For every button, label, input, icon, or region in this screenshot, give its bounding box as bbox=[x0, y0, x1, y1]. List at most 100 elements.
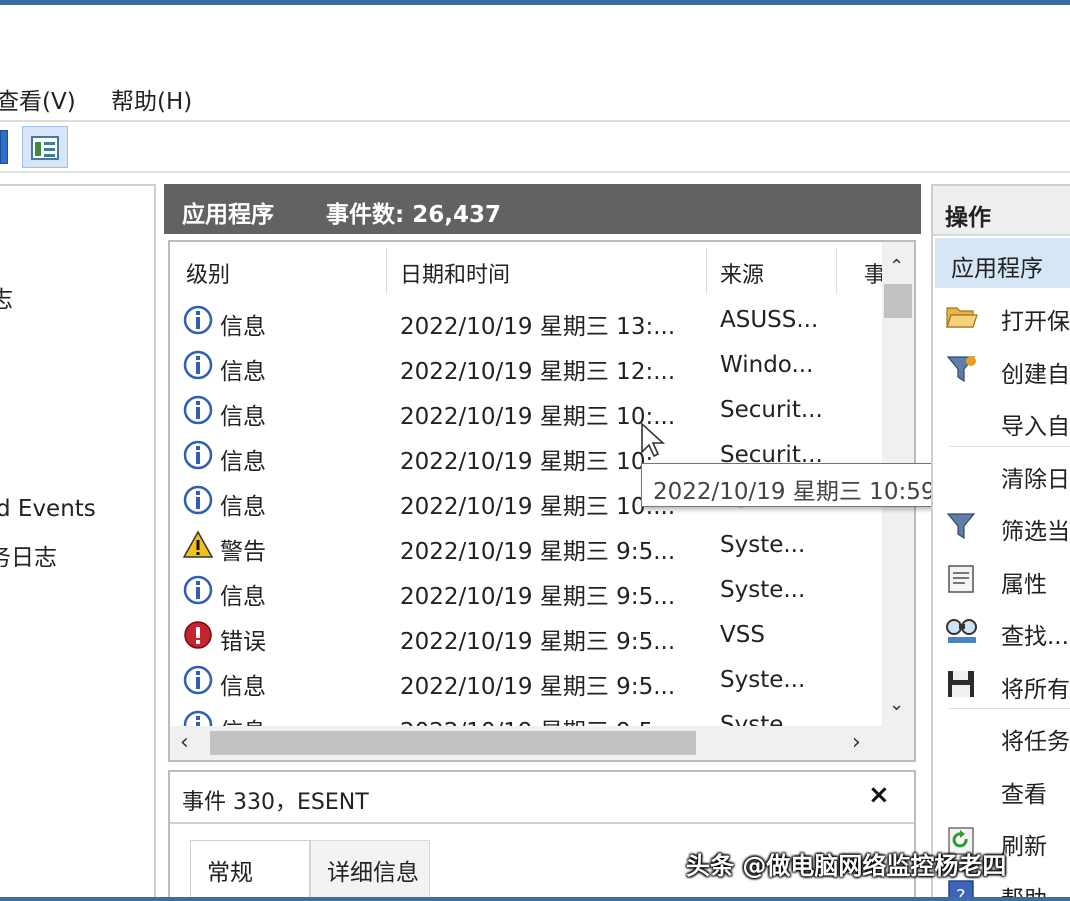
filter-create-icon bbox=[945, 353, 979, 385]
nav-item-partial-1[interactable]: 志 bbox=[0, 280, 13, 314]
cell-level: 信息 bbox=[220, 674, 266, 700]
table-row[interactable]: 错误 2022/10/19 星期三 9:5... VSS bbox=[170, 613, 882, 658]
cell-datetime: 2022/10/19 星期三 10:... bbox=[400, 494, 676, 520]
action-item-label: 打开保 bbox=[1001, 309, 1070, 335]
cell-level: 信息 bbox=[220, 404, 266, 430]
action-item-label: 清除日 bbox=[1001, 466, 1070, 493]
mouse-cursor-icon bbox=[641, 422, 666, 458]
action-item[interactable]: 属性 bbox=[933, 553, 1070, 605]
event-detail-header: 事件 330，ESENT × bbox=[170, 772, 914, 824]
action-divider bbox=[949, 445, 1070, 447]
action-item-label: 将所有 bbox=[1001, 676, 1070, 703]
find-icon bbox=[945, 615, 979, 647]
nav-item-task-log[interactable]: 务日志 bbox=[0, 538, 57, 572]
event-list-header: 级别 日期和时间 来源 事 bbox=[170, 242, 886, 298]
action-item-label: 创建自 bbox=[1001, 361, 1070, 388]
event-detail-pane: 事件 330，ESENT × 常规 详细信息 bbox=[168, 770, 916, 901]
event-detail-title: 事件 330，ESENT bbox=[182, 790, 369, 815]
action-divider bbox=[949, 708, 1070, 709]
info-icon bbox=[182, 484, 214, 516]
menu-bar: 查看(V) 帮助(H) bbox=[0, 72, 1070, 120]
info-icon bbox=[182, 439, 214, 471]
actions-header: 操作 bbox=[933, 186, 1070, 236]
table-row[interactable]: 信息 2022/10/19 星期三 9:5... Syste... bbox=[170, 658, 882, 703]
action-item-label: 查看 bbox=[1001, 781, 1047, 808]
action-item-label: 将任务 bbox=[1001, 729, 1070, 755]
watermark-text: 头条 @做电脑网络监控杨老四 bbox=[686, 852, 1007, 880]
cell-level: 信息 bbox=[220, 494, 266, 520]
action-item[interactable]: 将任务 bbox=[933, 710, 1070, 762]
column-level[interactable]: 级别 bbox=[186, 257, 230, 289]
action-item[interactable]: 查找... bbox=[933, 605, 1070, 657]
scroll-up-icon[interactable]: ⌃ bbox=[889, 256, 904, 277]
cell-level: 信息 bbox=[220, 359, 266, 385]
bottom-edge bbox=[0, 897, 1070, 901]
action-item[interactable]: 将所有 bbox=[933, 658, 1070, 710]
show-hide-action-pane-button[interactable] bbox=[22, 126, 68, 168]
properties-icon bbox=[945, 563, 979, 595]
cell-datetime: 2022/10/19 星期三 13:... bbox=[400, 314, 676, 340]
column-datetime[interactable]: 日期和时间 bbox=[400, 257, 510, 289]
menu-view[interactable]: 查看(V) bbox=[0, 82, 76, 116]
toolbar-button-partial[interactable] bbox=[0, 130, 8, 164]
cell-datetime: 2022/10/19 星期三 10:... bbox=[400, 449, 676, 475]
action-item[interactable]: 打开保 bbox=[933, 290, 1070, 342]
action-item[interactable]: 导入自 bbox=[933, 395, 1070, 447]
cell-datetime: 2022/10/19 星期三 9:5... bbox=[400, 584, 676, 610]
cell-datetime: 2022/10/19 星期三 10:... bbox=[400, 404, 676, 430]
log-title: 应用程序 bbox=[182, 202, 274, 228]
cell-datetime: 2022/10/19 星期三 12:... bbox=[400, 359, 676, 385]
cell-source: Syste... bbox=[720, 577, 806, 603]
tooltip-text: 2022/10/19 星期三 10:59:00 bbox=[653, 479, 973, 505]
actions-section-application[interactable]: 应用程序 bbox=[935, 238, 1070, 288]
action-item-label: 筛选当 bbox=[1001, 519, 1070, 545]
navigation-tree: 志 d Events 务日志 bbox=[0, 184, 156, 901]
table-row[interactable]: 信息 2022/10/19 星期三 10:... Securit... bbox=[170, 388, 882, 433]
action-item[interactable]: 清除日 bbox=[933, 448, 1070, 500]
scroll-left-icon[interactable]: ‹ bbox=[180, 730, 189, 755]
cell-level: 信息 bbox=[220, 584, 266, 610]
info-icon bbox=[182, 304, 214, 336]
action-pane-icon bbox=[31, 136, 59, 160]
horizontal-scrollbar[interactable]: ‹ › bbox=[170, 726, 914, 760]
info-icon bbox=[182, 349, 214, 381]
cell-source: Syste... bbox=[720, 532, 806, 558]
info-icon bbox=[182, 394, 214, 426]
table-row[interactable]: 信息 2022/10/19 星期三 9:5... Syste... bbox=[170, 568, 882, 613]
scroll-down-icon[interactable]: ⌄ bbox=[889, 694, 904, 715]
cell-source: Syste... bbox=[720, 667, 806, 693]
action-item[interactable]: 查看 bbox=[933, 763, 1070, 815]
actions-pane: 操作 应用程序 打开保创建自导入自清除日筛选当属性查找... 将所有将任务查看刷新… bbox=[931, 184, 1070, 901]
action-item-label: 属性 bbox=[1001, 571, 1047, 598]
action-item[interactable]: 创建自 bbox=[933, 343, 1070, 395]
warning-icon bbox=[182, 529, 214, 561]
window-title-area bbox=[0, 5, 1070, 70]
save-icon bbox=[945, 668, 979, 700]
table-row[interactable]: 信息 2022/10/19 星期三 12:... Windo... bbox=[170, 343, 882, 388]
tab-details[interactable]: 详细信息 bbox=[310, 840, 430, 901]
cell-source: ASUSS... bbox=[720, 307, 819, 333]
nav-item-hardware-events[interactable]: d Events bbox=[0, 496, 96, 522]
horizontal-scroll-thumb[interactable] bbox=[210, 731, 696, 755]
cell-level: 信息 bbox=[220, 449, 266, 475]
toolbar bbox=[0, 122, 1070, 172]
log-header: 应用程序 事件数: 26,437 bbox=[164, 184, 921, 234]
action-item[interactable]: 筛选当 bbox=[933, 500, 1070, 552]
menu-help[interactable]: 帮助(H) bbox=[111, 82, 192, 116]
column-source[interactable]: 来源 bbox=[720, 257, 764, 289]
event-count: 事件数: 26,437 bbox=[326, 202, 501, 228]
cell-datetime: 2022/10/19 星期三 9:5... bbox=[400, 629, 676, 655]
cell-level: 信息 bbox=[220, 314, 266, 340]
table-row[interactable]: 警告 2022/10/19 星期三 9:5... Syste... bbox=[170, 523, 882, 568]
folder-open-icon bbox=[945, 300, 979, 332]
scroll-right-icon[interactable]: › bbox=[852, 730, 861, 755]
action-item-label: 刷新 bbox=[1001, 834, 1047, 860]
tab-general[interactable]: 常规 bbox=[190, 840, 310, 901]
vertical-scroll-thumb[interactable] bbox=[884, 284, 912, 318]
cell-source: VSS bbox=[720, 622, 765, 648]
cell-datetime: 2022/10/19 星期三 9:5... bbox=[400, 539, 676, 565]
cell-source: Securit... bbox=[720, 397, 823, 423]
close-icon[interactable]: × bbox=[868, 780, 890, 810]
table-row[interactable]: 信息 2022/10/19 星期三 13:... ASUSS... bbox=[170, 298, 882, 343]
cell-level: 错误 bbox=[220, 629, 266, 655]
